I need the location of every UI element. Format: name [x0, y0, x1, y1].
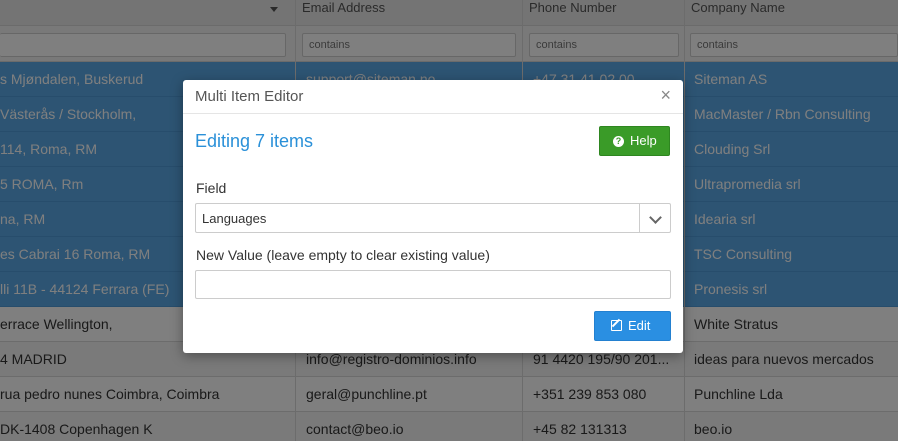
field-label: Field	[196, 180, 227, 196]
help-button[interactable]: ? Help	[599, 126, 670, 156]
new-value-input[interactable]	[195, 270, 671, 299]
close-icon[interactable]: ×	[660, 85, 671, 105]
modal-title: Multi Item Editor	[195, 88, 304, 105]
field-select[interactable]: Languages	[195, 203, 671, 233]
editing-heading: Editing 7 items	[195, 131, 314, 151]
select-divider	[639, 204, 640, 232]
edit-button-label: Edit	[628, 318, 651, 333]
new-value-label: New Value (leave empty to clear existing…	[196, 247, 490, 263]
help-button-label: Help	[630, 133, 657, 148]
modal-header: Multi Item Editor ×	[183, 80, 683, 114]
field-select-value: Languages	[202, 211, 267, 226]
edit-icon	[611, 320, 622, 331]
edit-button[interactable]: Edit	[594, 311, 671, 341]
question-circle-icon: ?	[613, 136, 624, 147]
chevron-down-icon[interactable]	[649, 211, 662, 224]
multi-item-editor-dialog: Multi Item Editor × Editing 7 items ? Hel…	[183, 80, 683, 353]
